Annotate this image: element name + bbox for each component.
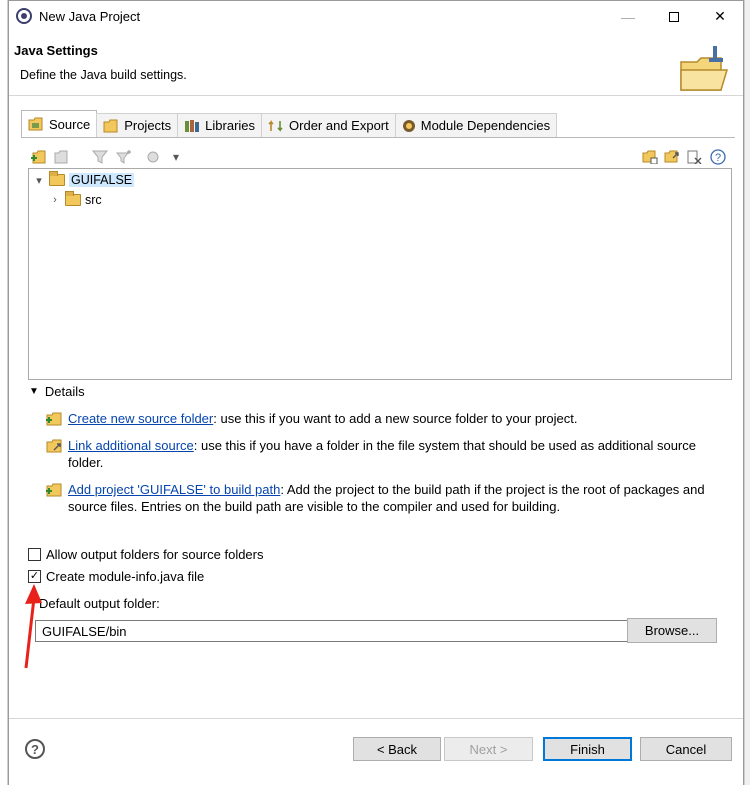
tab-order-export[interactable]: Order and Export xyxy=(261,113,396,137)
cancel-button[interactable]: Cancel xyxy=(640,737,732,761)
close-icon: ✕ xyxy=(714,8,726,24)
page-description: Define the Java build settings. xyxy=(20,68,187,82)
minimize-button[interactable]: — xyxy=(605,1,651,32)
configure-icon[interactable] xyxy=(145,148,163,166)
dropdown-chevron-icon[interactable]: ▾ xyxy=(167,148,185,166)
allow-output-folders-checkbox[interactable] xyxy=(28,548,41,561)
help-icon[interactable]: ? xyxy=(709,148,727,166)
tab-label: Projects xyxy=(124,118,172,133)
next-button[interactable]: Next > xyxy=(444,737,533,761)
tab-module-dependencies[interactable]: Module Dependencies xyxy=(394,113,558,137)
close-button[interactable]: ✕ xyxy=(697,1,743,32)
collapsed-chevron-icon[interactable]: › xyxy=(49,194,61,206)
maximize-icon xyxy=(669,11,679,22)
libraries-icon xyxy=(185,119,200,132)
tab-label: Libraries xyxy=(205,118,256,133)
link-source-icon[interactable] xyxy=(663,148,681,166)
add-project-icon xyxy=(46,483,62,497)
maximize-button[interactable] xyxy=(651,1,697,32)
expanded-chevron-icon[interactable]: ▾ xyxy=(33,174,45,187)
create-source-folder-link[interactable]: Create new source folder xyxy=(68,411,213,426)
background-right-strip xyxy=(744,0,750,785)
detail-text: : use this if you want to add a new sour… xyxy=(213,411,578,426)
link-additional-source-link[interactable]: Link additional source xyxy=(68,438,194,453)
add-source-folder-icon[interactable] xyxy=(641,148,659,166)
minimize-icon: — xyxy=(621,8,635,25)
tree-item-label: src xyxy=(85,193,102,207)
wizard-header: Java Settings Define the Java build sett… xyxy=(9,32,743,96)
package-folder-icon xyxy=(65,191,81,206)
default-output-folder-input[interactable] xyxy=(35,620,630,642)
window-title: New Java Project xyxy=(39,9,141,24)
tab-label: Module Dependencies xyxy=(420,118,551,133)
tab-projects[interactable]: Projects xyxy=(96,113,179,137)
filter-icon[interactable] xyxy=(91,148,109,166)
tree-item-label: GUIFALSE xyxy=(69,173,135,187)
default-output-folder-label: Default output folder: xyxy=(39,596,160,611)
remove-source-icon[interactable] xyxy=(685,148,703,166)
project-folder-icon xyxy=(49,171,65,186)
checkbox-label: Allow output folders for source folders xyxy=(46,547,264,562)
tab-bar: Source Projects Libraries Order and Expo… xyxy=(21,110,558,137)
tab-libraries[interactable]: Libraries xyxy=(177,113,263,137)
create-module-info-checkbox[interactable]: ✓ xyxy=(28,570,41,583)
detail-create-source-folder: Create new source folder: use this if yo… xyxy=(45,410,725,427)
details-heading: Details xyxy=(44,384,85,399)
java-project-wizard-icon xyxy=(680,46,729,91)
finish-button[interactable]: Finish xyxy=(543,737,632,761)
detail-add-project: Add project 'GUIFALSE' to build path: Ad… xyxy=(45,481,725,515)
eclipse-icon xyxy=(16,8,32,24)
new-java-project-dialog: New Java Project — ✕ Java Settings Defin… xyxy=(8,0,744,786)
link-folder-icon[interactable] xyxy=(51,148,69,166)
detail-link-source: Link additional source: use this if you … xyxy=(45,437,725,471)
page-title: Java Settings xyxy=(14,43,98,58)
order-export-icon xyxy=(268,119,283,132)
tab-label: Order and Export xyxy=(289,118,389,133)
collapse-triangle-icon: ▼ xyxy=(29,386,39,397)
tab-label: Source xyxy=(49,116,91,132)
projects-icon xyxy=(103,119,118,132)
checkbox-label: Create module-info.java file xyxy=(46,569,205,584)
source-tree[interactable]: ▾ GUIFALSE › src xyxy=(28,168,732,380)
help-button[interactable]: ? xyxy=(25,739,45,759)
add-folder-icon[interactable] xyxy=(29,148,47,166)
browse-button[interactable]: Browse... xyxy=(627,618,717,643)
module-icon xyxy=(402,119,415,132)
new-source-folder-icon xyxy=(46,412,62,426)
create-module-info-option[interactable]: ✓ Create module-info.java file xyxy=(28,569,204,584)
source-toolbar: ▾ ? xyxy=(29,146,731,168)
add-project-build-path-link[interactable]: Add project 'GUIFALSE' to build path xyxy=(68,482,280,497)
svg-text:?: ? xyxy=(715,152,721,164)
title-bar: New Java Project — ✕ xyxy=(9,1,743,32)
tree-item-src[interactable]: › src xyxy=(49,191,102,209)
allow-output-folders-option[interactable]: Allow output folders for source folders xyxy=(28,547,264,562)
link-source-folder-icon xyxy=(46,439,62,453)
source-folder-icon xyxy=(28,117,43,131)
tree-item-project[interactable]: ▾ GUIFALSE xyxy=(33,171,135,189)
back-button[interactable]: < Back xyxy=(353,737,441,761)
add-filter-icon[interactable] xyxy=(115,148,133,166)
tab-source[interactable]: Source xyxy=(21,110,98,137)
details-section-toggle[interactable]: ▼ Details xyxy=(29,384,85,399)
background-editor-strip xyxy=(0,0,8,785)
